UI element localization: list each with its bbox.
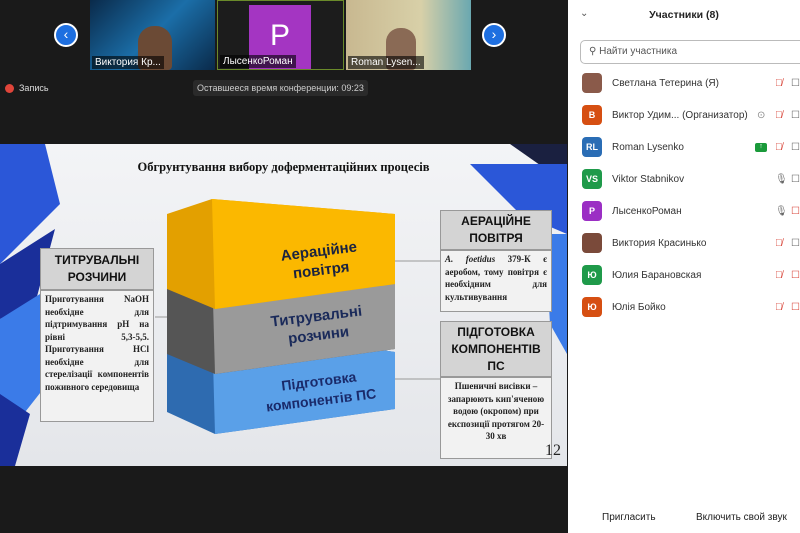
host-icon: ⊙ [757,109,766,121]
right-top-header: АЕРАЦІЙНЕ ПОВІТРЯ [440,210,552,250]
video-icon[interactable]: ☐ [791,142,800,153]
tile-name: ЛысенкоРоман [220,55,296,68]
video-icon[interactable]: ☐ [791,238,800,249]
participant-name: Светлана Тетерина (Я) [612,77,719,89]
avatar: VS [582,169,602,189]
participant-row[interactable]: VS Viktor Stabnikov 🎙 ☐ [568,163,800,195]
video-stage: ‹ Виктория Кр... P ЛысенкоРоман Roman Ly… [0,0,568,533]
mic-muted-icon[interactable]: 🎙̸ [775,270,783,281]
unmute-button[interactable]: Включить свой звук [690,509,793,526]
shared-slide: Обгрунтування вибору доферментаційних пр… [0,144,567,466]
right-bottom-text: Пшеничні висівки – запарюють кип'яченою … [440,377,552,459]
tile-name: Roman Lysen... [348,56,424,69]
participant-name: Roman Lysenko [612,141,684,153]
right-bottom-header: ПІДГОТОВКА КОМПОНЕНТІВ ПС [440,321,552,377]
participant-name: Юлія Бойко [612,301,666,313]
left-header: ТИТРУВАЛЬНІ РОЗЧИНИ [40,248,154,290]
page-number: 12 [545,442,561,459]
video-off-icon[interactable]: ☐ [791,270,800,281]
participant-row[interactable]: Ю Юлія Бойко 🎙̸ ☐ [568,291,800,323]
participant-name: ЛысенкоРоман [612,205,682,217]
participant-row[interactable]: RL Roman Lysenko ↑ 🎙̸ ☐ [568,131,800,163]
video-tile[interactable]: Виктория Кр... [90,0,215,70]
recording-indicator: Запись [5,83,49,93]
video-icon[interactable]: ☐ [791,78,800,89]
meeting-timer: Оставшееся время конференции: 09:23 [193,80,368,96]
chevron-right-icon[interactable]: › [482,23,506,47]
avatar: P [582,201,602,221]
left-text: Приготування NaOH необхідне для підтриму… [40,290,154,422]
participant-row[interactable]: Виктория Красинько 🎙̸ ☐ [568,227,800,259]
participants-panel: ⌄ Участники (8) ⚲ Найти участника Светла… [568,0,800,533]
recording-label: Запись [19,83,49,93]
avatar [582,73,602,93]
avatar: Ю [582,297,602,317]
mic-muted-icon[interactable]: 🎙̸ [775,78,783,89]
video-off-icon[interactable]: ☐ [791,302,800,313]
participant-name: Юлия Барановская [612,269,702,281]
right-top-text: A. foetidus 379-К є аеробом, тому повітр… [440,250,552,312]
mic-muted-icon[interactable]: 🎙̸ [775,110,783,121]
mic-icon[interactable]: 🎙 [775,206,788,217]
video-off-icon[interactable]: ☐ [791,206,800,217]
participant-name: Виктор Удим... (Организатор) [612,109,748,121]
participants-title: Участники (8) [649,9,719,21]
video-icon[interactable]: ☐ [791,110,800,121]
mic-muted-icon[interactable]: 🎙̸ [775,302,783,313]
record-icon [5,83,14,93]
participant-row[interactable]: Светлана Тетерина (Я) 🎙̸ ☐ [568,67,800,99]
mic-muted-icon[interactable]: 🎙̸ [775,142,783,153]
participant-name: Виктория Красинько [612,237,707,249]
avatar: Ю [582,265,602,285]
tile-name: Виктория Кр... [92,56,164,69]
chevron-left-icon[interactable]: ‹ [54,23,78,47]
avatar [582,233,602,253]
mic-icon[interactable]: 🎙 [775,174,788,185]
mic-muted-icon[interactable]: 🎙̸ [775,238,783,249]
participant-row[interactable]: P ЛысенкоРоман 🎙 ☐ [568,195,800,227]
participant-search-input[interactable]: ⚲ Найти участника [580,40,800,64]
participant-name: Viktor Stabnikov [612,173,685,185]
invite-button[interactable]: Пригласить [596,509,662,526]
share-screen-icon: ↑ [755,142,767,152]
video-tile-active[interactable]: P ЛысенкоРоман [217,0,344,70]
participant-row[interactable]: B Виктор Удим... (Организатор) ⊙ 🎙̸ ☐ [568,99,800,131]
participant-row[interactable]: Ю Юлия Барановская 🎙̸ ☐ [568,259,800,291]
video-icon[interactable]: ☐ [791,174,800,185]
search-icon: ⚲ [589,46,600,57]
video-tile[interactable]: Roman Lysen... [346,0,471,70]
avatar: B [582,105,602,125]
avatar: RL [582,137,602,157]
